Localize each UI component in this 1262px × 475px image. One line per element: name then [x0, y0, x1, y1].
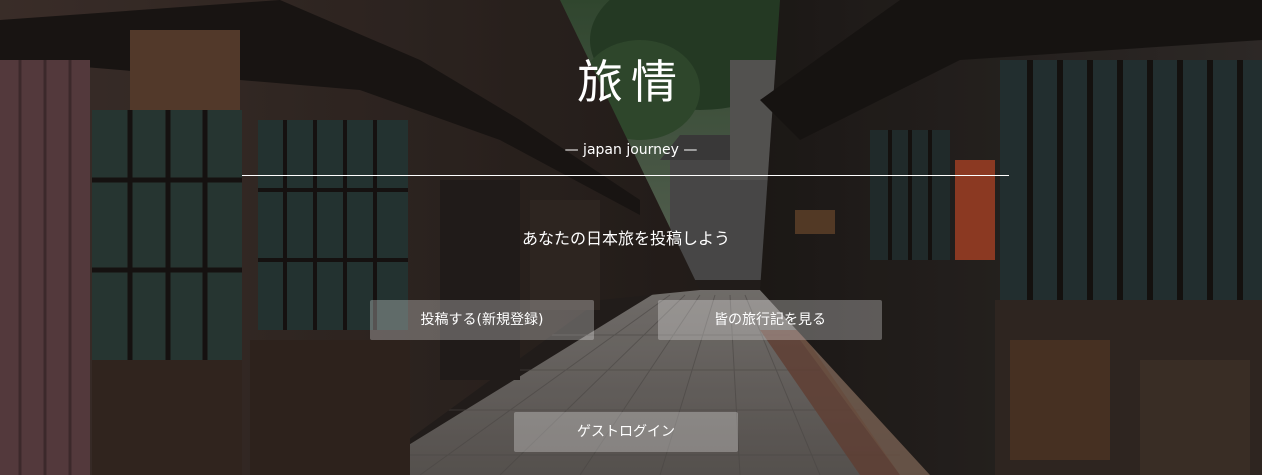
view-journals-button[interactable]: 皆の旅行記を見る: [658, 300, 882, 340]
tagline: あなたの日本旅を投稿しよう: [521, 229, 730, 248]
divider-line: [242, 175, 1009, 176]
site-title: 旅情: [577, 55, 685, 109]
guest-login-button[interactable]: ゲストログイン: [514, 412, 738, 452]
site-subtitle: — japan journey —: [564, 142, 698, 158]
hero-section: 旅情 — japan journey — あなたの日本旅を投稿しよう 投稿する(…: [0, 0, 1262, 475]
register-post-button[interactable]: 投稿する(新規登録): [370, 300, 594, 340]
